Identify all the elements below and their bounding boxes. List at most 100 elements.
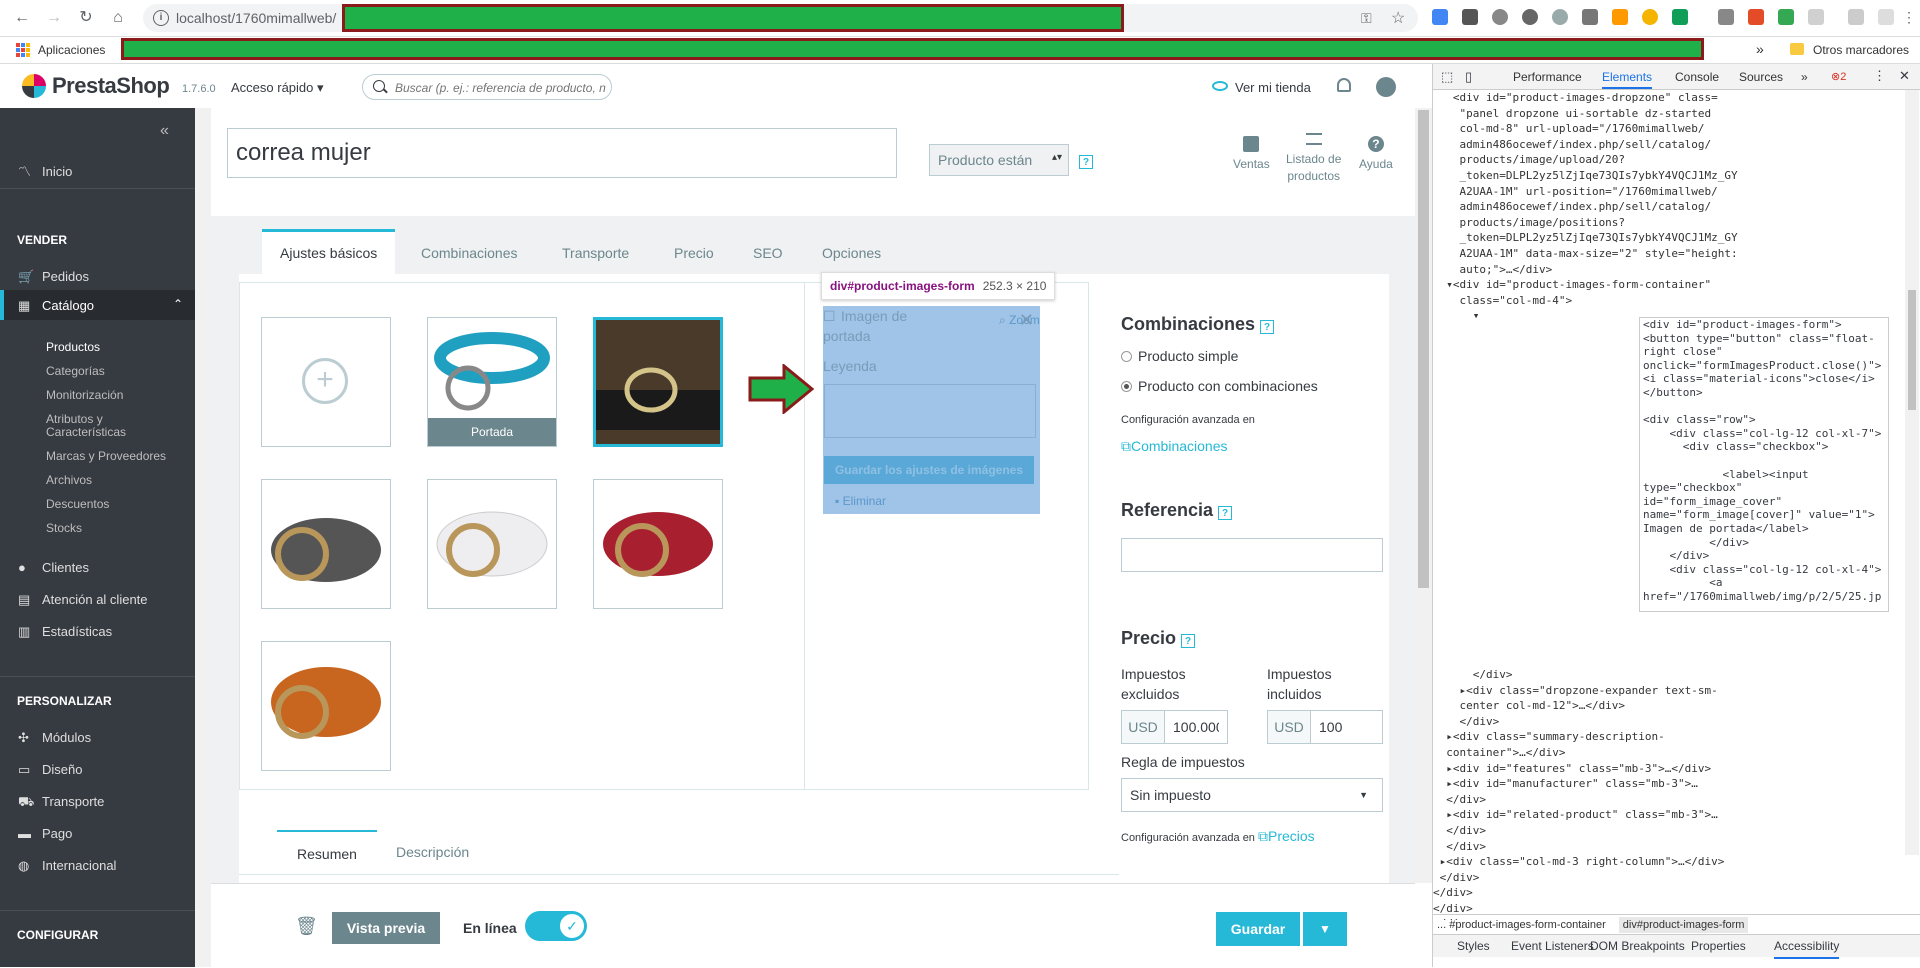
sidebar-sub-attributes[interactable]: Atributos y bbox=[46, 412, 103, 426]
sidebar-item-stats[interactable]: ▥ Estadísticas bbox=[18, 624, 112, 640]
profile-icon[interactable] bbox=[1878, 9, 1894, 25]
product-image-thumb[interactable] bbox=[261, 479, 391, 609]
extension-icon[interactable] bbox=[1582, 9, 1598, 25]
combinations-link[interactable]: ⧉Combinaciones bbox=[1121, 438, 1228, 455]
tax-rule-select[interactable]: Sin impuesto ▼ bbox=[1121, 778, 1383, 812]
sidebar-item-home[interactable]: 〽 Inicio bbox=[18, 161, 72, 180]
sidebar-item-catalog[interactable]: ▦ Catálogo bbox=[18, 298, 94, 314]
breadcrumb-item-active[interactable]: div#product-images-form bbox=[1618, 917, 1749, 933]
sidebar-sub-files[interactable]: Archivos bbox=[46, 473, 92, 487]
save-button[interactable]: Guardar bbox=[1216, 912, 1300, 946]
caption-textarea[interactable] bbox=[824, 384, 1036, 438]
extension-icon[interactable] bbox=[1808, 9, 1824, 25]
online-toggle[interactable]: ✓ bbox=[525, 911, 587, 941]
tab-console[interactable]: Console bbox=[1675, 70, 1719, 84]
sidebar-sub-products[interactable]: Productos bbox=[46, 340, 100, 354]
sidebar-item-modules[interactable]: ✣ Módulos bbox=[18, 730, 91, 746]
help-icon[interactable]: ? bbox=[1260, 320, 1275, 334]
tab-sources[interactable]: Sources bbox=[1739, 70, 1783, 84]
device-icon[interactable]: ▯ bbox=[1465, 69, 1472, 85]
quick-access-menu[interactable]: Acceso rápido ▾ bbox=[231, 80, 324, 96]
tab-summary[interactable]: Resumen bbox=[277, 830, 377, 876]
tab-more[interactable]: » bbox=[1801, 70, 1808, 84]
cover-checkbox[interactable]: ☐ bbox=[823, 308, 836, 325]
sidebar-item-international[interactable]: ◍ Internacional bbox=[18, 858, 116, 874]
extension-icon[interactable] bbox=[1462, 9, 1478, 25]
tab-shipping[interactable]: Transporte bbox=[562, 229, 629, 273]
extension-cart-icon[interactable] bbox=[1612, 9, 1628, 25]
bell-icon[interactable] bbox=[1337, 78, 1351, 92]
chevron-up-icon[interactable]: ⌃ bbox=[173, 297, 183, 311]
extension-icon[interactable] bbox=[1522, 9, 1538, 25]
close-icon[interactable]: ✕ bbox=[1019, 310, 1034, 331]
star-icon[interactable]: ☆ bbox=[1391, 8, 1405, 28]
inspect-icon[interactable]: ⬚ bbox=[1441, 69, 1453, 85]
sidebar-sub-brands[interactable]: Marcas y Proveedores bbox=[46, 449, 166, 463]
tab-seo[interactable]: SEO bbox=[753, 229, 783, 273]
extension-translate-icon[interactable] bbox=[1432, 9, 1448, 25]
sidebar-sub-categories[interactable]: Categorías bbox=[46, 364, 105, 378]
product-list-button[interactable]: Listado de productos bbox=[1286, 128, 1341, 185]
product-image-thumb[interactable] bbox=[427, 479, 557, 609]
price-incl-input[interactable] bbox=[1310, 710, 1383, 744]
product-image-thumb[interactable]: Portada bbox=[427, 317, 557, 447]
apps-icon[interactable] bbox=[16, 43, 30, 57]
save-image-settings-button[interactable]: Guardar los ajustes de imágenes bbox=[824, 456, 1034, 484]
info-icon[interactable]: i bbox=[153, 10, 169, 26]
error-count[interactable]: ⊗2 bbox=[1831, 70, 1846, 83]
tab-description[interactable]: Descripción bbox=[396, 830, 469, 874]
key-icon[interactable]: ⚿ bbox=[1361, 10, 1372, 27]
search-input[interactable] bbox=[393, 78, 609, 98]
bookmark-apps[interactable]: Aplicaciones bbox=[38, 43, 105, 57]
sidebar-sub-monitoring[interactable]: Monitorización bbox=[46, 388, 123, 402]
extension-icon[interactable] bbox=[1492, 9, 1508, 25]
product-type-select[interactable]: Producto están ▴▾ bbox=[929, 144, 1069, 176]
help-icon[interactable]: ? bbox=[1218, 506, 1233, 520]
page-scrollbar[interactable] bbox=[1415, 108, 1432, 883]
tab-elements[interactable]: Elements bbox=[1602, 70, 1653, 89]
extension-icon[interactable] bbox=[1718, 9, 1734, 25]
tab-properties[interactable]: Properties bbox=[1691, 935, 1746, 957]
devtools-scrollbar[interactable] bbox=[1905, 90, 1919, 855]
dom-breadcrumb[interactable]: ... #product-images-form-container div#p… bbox=[1433, 914, 1920, 935]
radio-simple[interactable]: Producto simple bbox=[1121, 348, 1238, 364]
product-image-thumb[interactable] bbox=[593, 479, 723, 609]
tab-basic-settings[interactable]: Ajustes básicos bbox=[262, 229, 396, 276]
prices-link[interactable]: ⧉Precios bbox=[1258, 828, 1315, 844]
help-icon[interactable]: ? bbox=[1181, 634, 1196, 648]
tab-accessibility[interactable]: Accessibility bbox=[1774, 935, 1840, 959]
sidebar-sub-stocks[interactable]: Stocks bbox=[46, 521, 82, 535]
user-icon[interactable] bbox=[1376, 77, 1396, 97]
chevron-down-icon[interactable]: ▼ bbox=[1303, 912, 1347, 946]
preview-button[interactable]: Vista previa bbox=[332, 912, 440, 944]
back-icon[interactable]: ← bbox=[12, 8, 32, 28]
sidebar-item-service[interactable]: ▤ Atención al cliente bbox=[18, 592, 148, 608]
delete-image-link[interactable]: ▪ Eliminar bbox=[835, 494, 886, 508]
view-shop-link[interactable]: Ver mi tienda bbox=[1235, 80, 1311, 95]
menu-icon[interactable]: ⋮ bbox=[1902, 9, 1916, 26]
add-image-button[interactable]: + bbox=[261, 317, 391, 447]
price-excl-input[interactable] bbox=[1164, 710, 1228, 744]
sidebar-item-design[interactable]: ▭ Diseño bbox=[18, 762, 82, 778]
sidebar-sub-features[interactable]: Características bbox=[46, 425, 126, 439]
extension-icon[interactable] bbox=[1778, 9, 1794, 25]
home-icon[interactable]: ⌂ bbox=[108, 8, 128, 28]
extension-icon[interactable] bbox=[1642, 9, 1658, 25]
chevron-right-icon[interactable]: » bbox=[1756, 41, 1764, 57]
sidebar-item-payment[interactable]: ▬ Pago bbox=[18, 826, 72, 841]
trash-icon[interactable]: 🗑 bbox=[295, 916, 318, 937]
tab-performance[interactable]: Performance bbox=[1513, 70, 1582, 84]
search-box[interactable] bbox=[362, 74, 612, 100]
settings-menu-icon[interactable]: ⋮ bbox=[1873, 68, 1886, 84]
dom-selected-node[interactable]: <div id="product-images-form"> <button t… bbox=[1639, 317, 1889, 612]
sales-button[interactable]: Ventas bbox=[1233, 136, 1270, 173]
extension-download-icon[interactable] bbox=[1748, 9, 1764, 25]
sidebar-item-shipping[interactable]: ⛟ Transporte bbox=[18, 794, 104, 812]
reload-icon[interactable]: ↻ bbox=[76, 8, 96, 28]
close-icon[interactable]: ✕ bbox=[1899, 68, 1910, 84]
tab-dom-breakpoints[interactable]: DOM Breakpoints bbox=[1590, 935, 1685, 957]
tab-event-listeners[interactable]: Event Listeners bbox=[1511, 935, 1594, 957]
sidebar-item-customers[interactable]: ● Clientes bbox=[18, 560, 89, 575]
sidebar-sub-discounts[interactable]: Descuentos bbox=[46, 497, 109, 511]
product-image-thumb[interactable] bbox=[261, 641, 391, 771]
